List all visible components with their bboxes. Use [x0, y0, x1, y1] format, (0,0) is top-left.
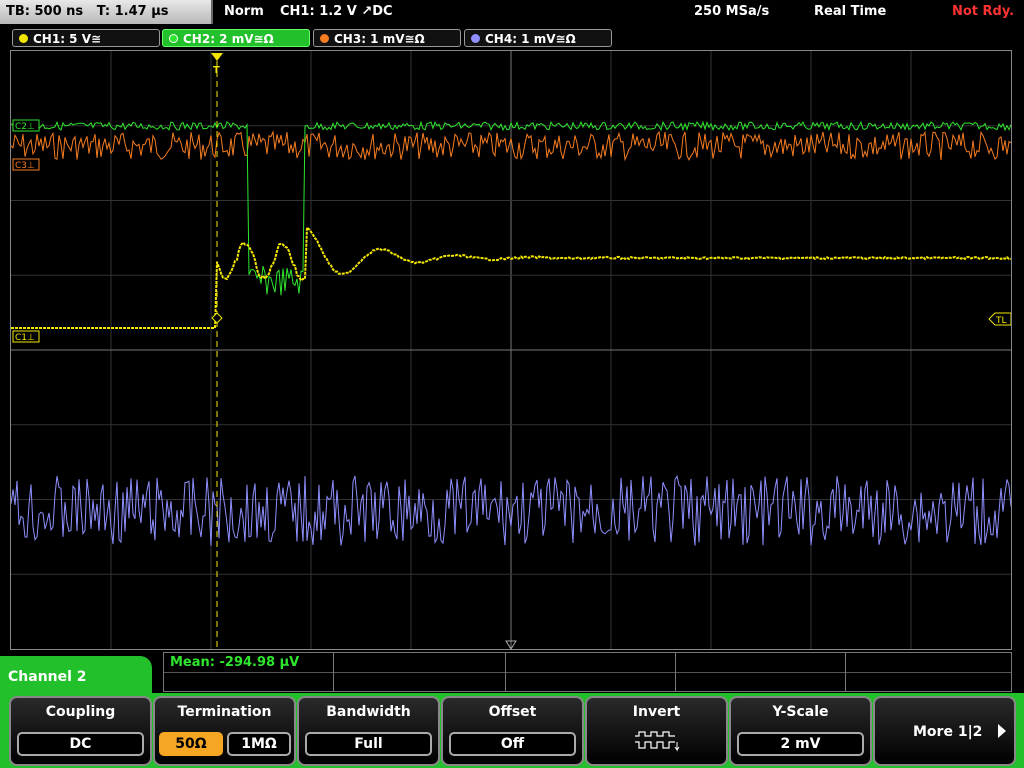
measurement-separator	[333, 653, 334, 691]
trigger-time-label: T: 1.47 µs	[96, 4, 169, 19]
termination-title: Termination	[177, 704, 272, 720]
arrow-right-icon	[998, 724, 1006, 738]
ch1-offset-marker[interactable]: C1⊥	[12, 330, 40, 343]
offset-value: Off	[449, 732, 576, 756]
bandwidth-title: Bandwidth	[326, 704, 411, 720]
svg-text:T: T	[213, 65, 220, 76]
coupling-softkey[interactable]: Coupling DC	[9, 696, 152, 766]
trigger-time-marker[interactable]: T	[211, 53, 223, 76]
channel-4-chip[interactable]: CH4: 1 mV≅Ω	[464, 29, 612, 47]
y-scale-softkey[interactable]: Y-Scale 2 mV	[729, 696, 872, 766]
coupling-value: DC	[17, 732, 144, 756]
channel-2-chip[interactable]: CH2: 2 mV≅Ω	[162, 29, 310, 47]
trigger-mode[interactable]: Norm	[224, 0, 264, 24]
ready-state: Not Rdy.	[952, 4, 1015, 19]
acquisition-mode: Real Time	[814, 4, 887, 19]
channel-1-chip[interactable]: CH1: 5 V≅	[12, 29, 160, 47]
trigger-source[interactable]: CH1: 1.2 V ↗DC	[280, 0, 393, 24]
measurement-separator	[505, 653, 506, 691]
y-scale-value: 2 mV	[737, 732, 864, 756]
bandwidth-softkey[interactable]: Bandwidth Full	[297, 696, 440, 766]
svg-text:C3⊥: C3⊥	[15, 161, 35, 171]
termination-1m-ohm[interactable]: 1MΩ	[227, 732, 291, 756]
channel-1-label: CH1: 5 V≅	[33, 32, 102, 46]
bandwidth-value: Full	[305, 732, 432, 756]
sample-rate: 250 MSa/s	[694, 4, 770, 19]
offset-softkey[interactable]: Offset Off	[441, 696, 584, 766]
more-softkey[interactable]: More 1|2	[873, 696, 1016, 766]
svg-text:C1⊥: C1⊥	[15, 333, 35, 343]
timebase-box[interactable]: TB: 500 ns T: 1.47 µs	[0, 0, 213, 24]
ch1-dot-icon	[19, 34, 28, 43]
measurement-divider	[164, 672, 1011, 673]
invert-waveform-icon	[635, 731, 680, 752]
channel-3-chip[interactable]: CH3: 1 mV≅Ω	[313, 29, 461, 47]
offset-title: Offset	[488, 704, 537, 720]
svg-text:C2⊥: C2⊥	[15, 122, 35, 132]
measurement-separator	[675, 653, 676, 691]
waveform-display[interactable]: C2⊥ C3⊥ C1⊥ TL T	[10, 50, 1012, 650]
measurement-panel[interactable]: Mean: -294.98 µV	[163, 652, 1012, 692]
more-label: More 1|2	[913, 724, 983, 740]
channel-menu-tab[interactable]: Channel 2	[0, 656, 152, 696]
invert-title: Invert	[632, 704, 681, 720]
waveform-canvas: C2⊥ C3⊥ C1⊥ TL T	[11, 51, 1011, 649]
termination-softkey[interactable]: Termination 50Ω 1MΩ	[153, 696, 296, 766]
channel-4-label: CH4: 1 mV≅Ω	[485, 32, 576, 46]
trigger-level-marker[interactable]: TL	[988, 312, 1011, 326]
svg-text:TL: TL	[995, 316, 1007, 326]
termination-50-ohm[interactable]: 50Ω	[159, 732, 223, 756]
ch3-dot-icon	[320, 34, 329, 43]
status-bar: TB: 500 ns T: 1.47 µs Norm CH1: 1.2 V ↗D…	[0, 0, 1024, 24]
channel-2-label: CH2: 2 mV≅Ω	[183, 32, 274, 46]
timebase-label: TB: 500 ns	[6, 4, 84, 19]
invert-softkey[interactable]: Invert	[585, 696, 728, 766]
measurement-separator	[845, 653, 846, 691]
ch2-offset-marker[interactable]: C2⊥	[12, 119, 40, 132]
trigger-point-icon	[211, 312, 223, 324]
y-scale-title: Y-Scale	[772, 704, 829, 720]
mean-measurement: Mean: -294.98 µV	[170, 655, 300, 670]
channel-3-label: CH3: 1 mV≅Ω	[334, 32, 425, 46]
ch2-dot-icon	[169, 34, 178, 43]
ch4-dot-icon	[471, 34, 480, 43]
ch3-offset-marker[interactable]: C3⊥	[12, 158, 40, 171]
coupling-title: Coupling	[45, 704, 116, 720]
